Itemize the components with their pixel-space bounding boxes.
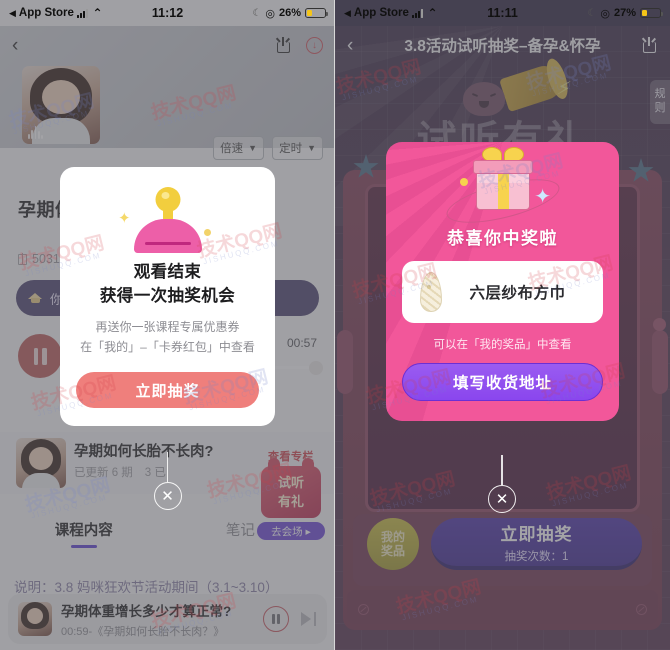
close-icon[interactable]: ✕ [153,482,182,510]
status-clock: 11:12 [151,6,184,20]
status-clock: 11:11 [487,6,518,20]
gift-box-shape [472,147,533,210]
dot-decoration [204,229,211,236]
dialog-subtext-line2: 在「我的」–「卡券红包」中查看 [80,339,255,354]
lottery-lever-icon: ✦ [76,185,259,261]
dialog-subtext: 可以在「我的奖品」中查看 [433,339,572,351]
gift-box-icon: ✦ [402,147,603,232]
sparkle-icon: ✦ [534,186,551,208]
prize-name: 六层纱布方巾 [469,285,566,302]
close-connector-line [501,455,503,485]
right-status-bar: ◀ App Store ⌃ 11:11 ☾ ◎ 27% [335,0,670,26]
prize-won-dialog: ✦ 恭喜你中奖啦 六层纱布方巾 可以在「我的奖品」中查看 填写收货地址 [386,142,619,421]
close-icon[interactable]: ✕ [488,485,516,513]
right-dialog-close: ✕ [488,455,516,513]
draw-now-button[interactable]: 立即抽奖 [76,372,259,409]
left-screen: ◀ App Store ⌃ 11:12 ☾ ◎ 26% ‹ ↓ [0,0,335,650]
battery-icon [305,7,328,19]
sparkle-icon: ✦ [118,210,131,227]
dialog-heading: 观看结束 获得一次抽奖机会 [76,261,259,309]
dot-decoration [460,178,468,186]
left-page-background: ◀ App Store ⌃ 11:12 ☾ ◎ 26% ‹ ↓ [0,0,335,650]
dialog-subtext: 再送你一张课程专属优惠券 在「我的」–「卡券红包」中查看 [76,318,259,358]
left-dialog-close: ✕ [153,452,182,510]
left-status-bar: ◀ App Store ⌃ 11:12 ☾ ◎ 26% [0,0,335,26]
close-connector-line [166,452,169,482]
dialog-heading-line2: 获得一次抽奖机会 [99,286,236,305]
fill-shipping-address-button[interactable]: 填写收货地址 [402,363,603,401]
screen-divider [334,0,335,650]
gauze-towel-icon [416,270,446,314]
dual-screenshot: ◀ App Store ⌃ 11:12 ☾ ◎ 26% ‹ ↓ [0,0,670,650]
lottery-chance-dialog: ✦ 观看结束 获得一次抽奖机会 再送你一张课程专属优惠券 在「我的」–「卡券红包… [60,167,275,427]
dialog-heading: 恭喜你中奖啦 [447,229,558,248]
dialog-heading-line1: 观看结束 [133,263,202,281]
prize-card: 六层纱布方巾 [402,261,603,323]
battery-icon [640,7,663,19]
dialog-subtext-line1: 再送你一张课程专属优惠券 [95,319,240,334]
